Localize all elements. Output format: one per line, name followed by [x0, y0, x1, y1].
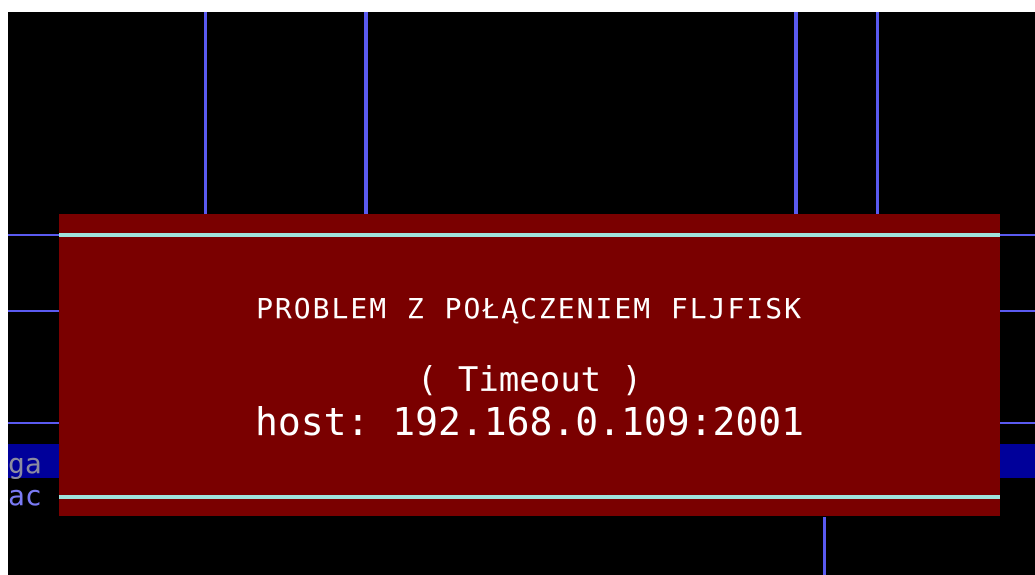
grid-line-horizontal — [8, 422, 59, 424]
grid-line-horizontal — [8, 310, 59, 312]
grid-line-vertical — [823, 517, 826, 575]
background-row-text: ga — [8, 447, 42, 480]
grid-line-horizontal — [1000, 422, 1035, 424]
terminal-screen: ga ac PROBLEM Z POŁĄCZENIEM FLJFISK ( Ti… — [8, 12, 1035, 575]
background-row-text: ac — [8, 479, 42, 512]
connection-error-dialog: PROBLEM Z POŁĄCZENIEM FLJFISK ( Timeout … — [59, 214, 1000, 516]
grid-line-vertical — [876, 12, 879, 214]
grid-line-vertical — [364, 12, 368, 214]
grid-line-horizontal — [1000, 310, 1035, 312]
dialog-error-detail: ( Timeout ) — [416, 360, 643, 400]
dialog-host-address: host: 192.168.0.109:2001 — [254, 400, 805, 444]
dialog-top-rule — [59, 233, 1000, 237]
dialog-title: PROBLEM Z POŁĄCZENIEM FLJFISK — [256, 292, 803, 325]
grid-line-vertical — [794, 12, 798, 214]
grid-line-vertical — [204, 12, 207, 214]
dialog-bottom-rule — [59, 495, 1000, 499]
